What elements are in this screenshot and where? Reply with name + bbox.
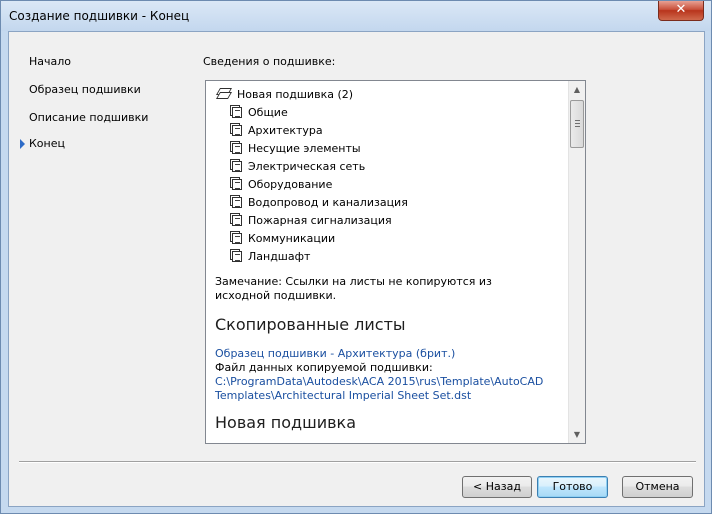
tree-item: Общие	[230, 105, 288, 121]
sheet-set-details-panel[interactable]: Новая подшивка (2) Общие Архитектура Нес…	[205, 80, 586, 444]
nav-step-description: Описание подшивки	[29, 111, 149, 124]
section-label: Сведения о подшивке:	[203, 55, 336, 68]
subset-icon	[230, 105, 244, 119]
wizard-steps-nav: Начало Образец подшивки Описание подшивк…	[9, 32, 189, 452]
tree-root-label: Новая подшивка (2)	[237, 88, 354, 101]
tree-item: Несущие элементы	[230, 141, 361, 157]
tree-item-label: Электрическая сеть	[248, 160, 366, 173]
subset-icon	[230, 141, 244, 155]
tree-item: Оборудование	[230, 177, 332, 193]
note-text: Замечание: Ссылки на листы не копируются…	[215, 275, 492, 302]
subset-icon	[230, 159, 244, 173]
details-content: Новая подшивка (2) Общие Архитектура Нес…	[206, 81, 569, 443]
back-button[interactable]: < Назад	[462, 476, 532, 498]
tree-root: Новая подшивка (2)	[215, 87, 353, 101]
current-step-arrow-icon	[20, 139, 25, 149]
data-file-path-link[interactable]: C:\ProgramData\Autodesk\ACA 2015\rus\Tem…	[215, 375, 555, 403]
nav-step-start: Начало	[29, 55, 72, 68]
scroll-thumb[interactable]	[570, 100, 584, 148]
nav-step-finish: Конец	[29, 137, 65, 150]
cancel-button[interactable]: Отмена	[622, 476, 693, 498]
copied-sheets-heading: Скопированные листы	[215, 315, 406, 334]
subset-icon	[230, 177, 244, 191]
nav-step-template: Образец подшивки	[29, 83, 141, 96]
divider	[19, 461, 696, 463]
scroll-up-arrow-icon[interactable]: ▲	[569, 81, 585, 98]
data-file-label: Файл данных копируемой подшивки:	[215, 361, 433, 374]
tree-item-label: Коммуникации	[248, 232, 336, 245]
tree-item-label: Пожарная сигнализация	[248, 214, 392, 227]
tree-item-label: Архитектура	[248, 124, 323, 137]
tree-item: Архитектура	[230, 123, 323, 139]
tree-item: Пожарная сигнализация	[230, 213, 392, 229]
tree-item-label: Несущие элементы	[248, 142, 361, 155]
subset-icon	[230, 213, 244, 227]
tree-item: Ландшафт	[230, 249, 310, 265]
finish-button[interactable]: Готово	[537, 476, 608, 498]
close-button[interactable]: ✕	[658, 1, 704, 21]
scroll-down-arrow-icon[interactable]: ▼	[569, 426, 585, 443]
tree-item: Коммуникации	[230, 231, 335, 247]
vertical-scrollbar[interactable]: ▲ ▼	[568, 81, 585, 443]
dialog-window: Создание подшивки - Конец ✕ Начало Образ…	[0, 0, 712, 514]
dialog-client-area: Начало Образец подшивки Описание подшивк…	[8, 31, 705, 507]
template-link[interactable]: Образец подшивки - Архитектура (брит.)	[215, 347, 555, 361]
tree-item-label: Общие	[248, 106, 288, 119]
tree-item: Водопровод и канализация	[230, 195, 408, 211]
tree-item-label: Оборудование	[248, 178, 333, 191]
sheet-set-icon	[215, 87, 233, 101]
tree-item-label: Водопровод и канализация	[248, 196, 408, 209]
window-title: Создание подшивки - Конец	[9, 9, 190, 23]
subset-icon	[230, 123, 244, 137]
tree-item: Электрическая сеть	[230, 159, 365, 175]
subset-icon	[230, 195, 244, 209]
tree-item-label: Ландшафт	[248, 250, 311, 263]
subset-icon	[230, 249, 244, 263]
title-bar[interactable]: Создание подшивки - Конец ✕	[1, 1, 711, 31]
new-sheet-set-heading: Новая подшивка	[215, 413, 357, 432]
subset-icon	[230, 231, 244, 245]
